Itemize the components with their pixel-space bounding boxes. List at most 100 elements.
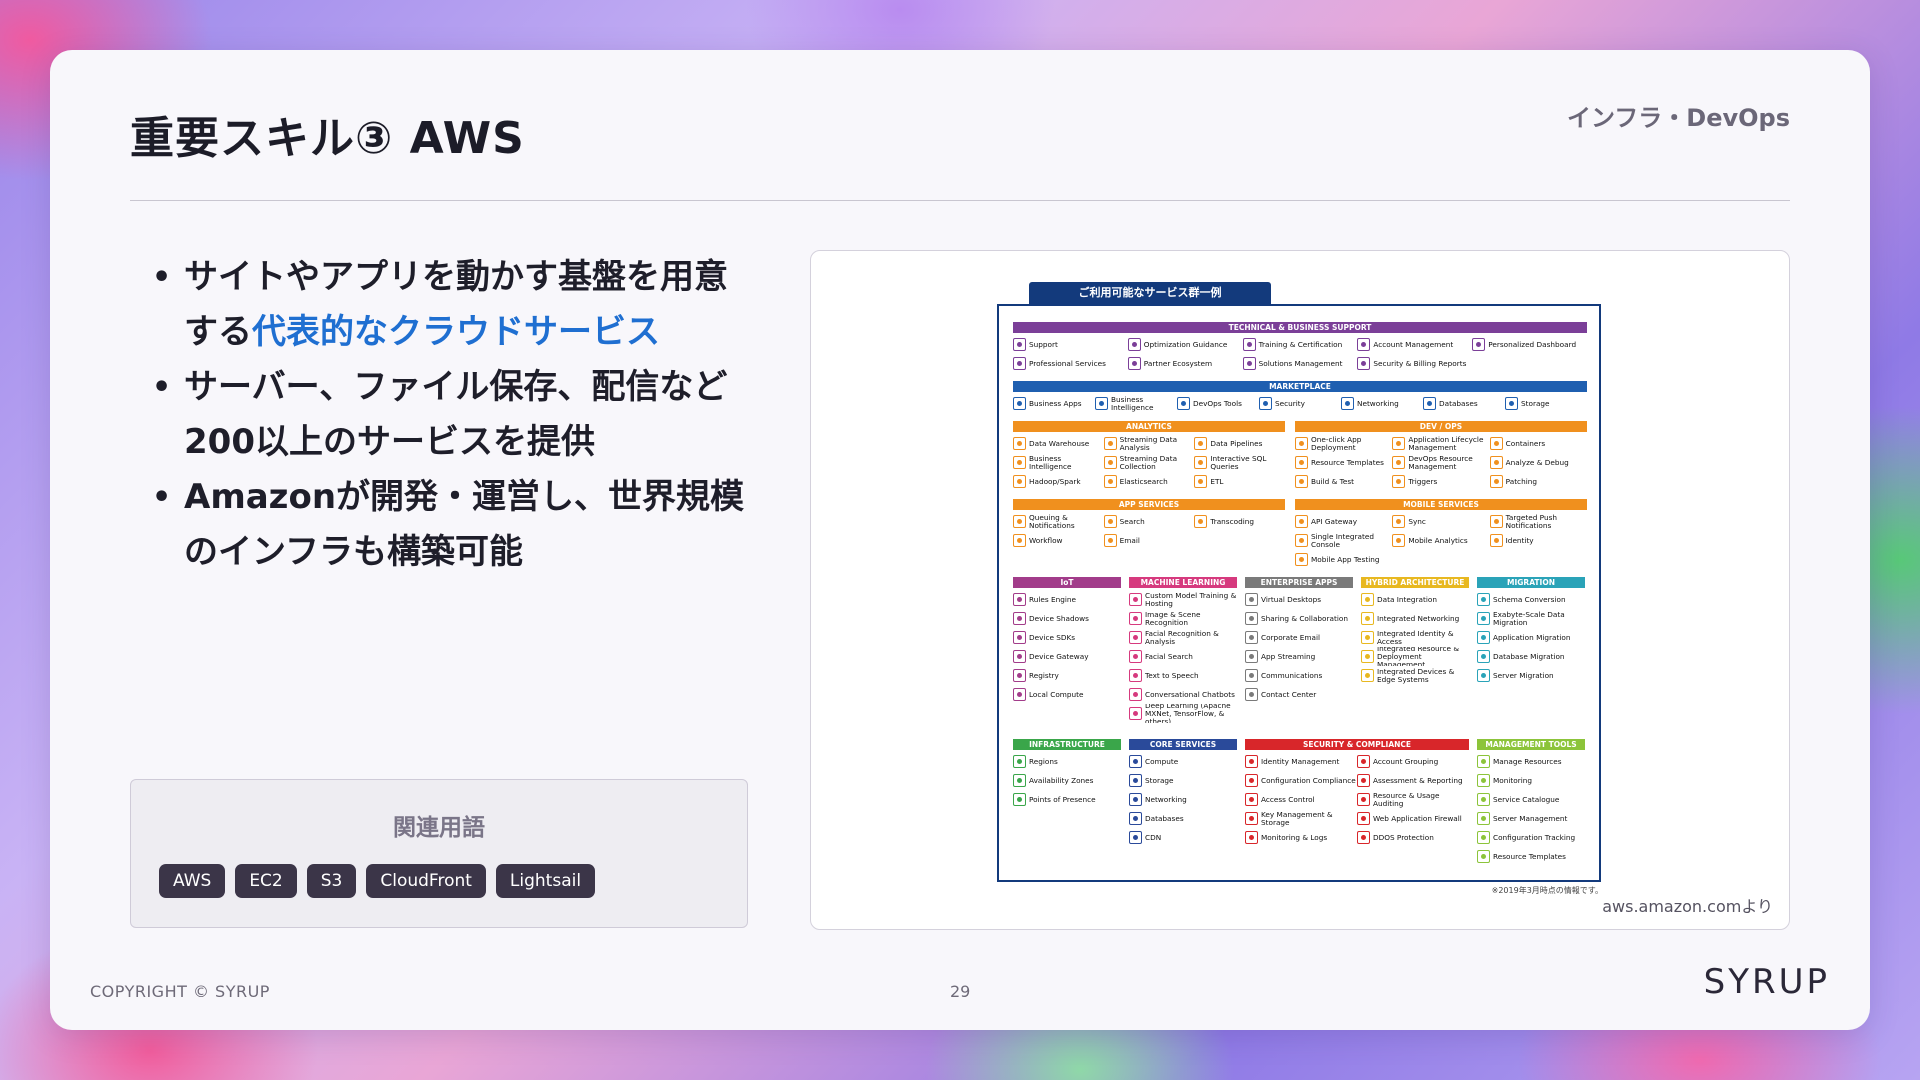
service-label: Manage Resources bbox=[1493, 756, 1562, 766]
service-label: Identity bbox=[1505, 535, 1534, 545]
service-label: Patching bbox=[1505, 476, 1537, 486]
service-item: Triggers bbox=[1392, 472, 1489, 491]
service-label: Resource & Usage Auditing bbox=[1373, 790, 1440, 808]
service-group-header: CORE SERVICES bbox=[1129, 739, 1237, 750]
service-item: Application Lifecycle Management bbox=[1392, 434, 1489, 453]
service-icon bbox=[1194, 475, 1208, 488]
service-label: Identity Management bbox=[1261, 756, 1340, 766]
service-label: Storage bbox=[1521, 398, 1550, 408]
service-icon bbox=[1472, 338, 1486, 351]
service-icon bbox=[1194, 456, 1208, 469]
service-icon bbox=[1392, 534, 1406, 547]
service-item: Identity bbox=[1489, 531, 1587, 550]
service-label: One-click App Deployment bbox=[1311, 434, 1362, 452]
service-icon bbox=[1103, 475, 1117, 488]
service-label: Security bbox=[1275, 398, 1305, 408]
service-label: Partner Ecosystem bbox=[1143, 358, 1213, 368]
service-group-header: MIGRATION bbox=[1477, 577, 1585, 588]
service-icon bbox=[1013, 397, 1026, 410]
page-title: 重要スキル③ AWS bbox=[130, 113, 525, 164]
service-label: Resource Templates bbox=[1493, 851, 1566, 861]
service-item: Points of Presence bbox=[1013, 790, 1121, 809]
service-icon bbox=[1489, 475, 1503, 488]
service-label: Facial Search bbox=[1145, 651, 1193, 661]
service-item: Resource Templates bbox=[1295, 453, 1392, 472]
service-icon bbox=[1361, 631, 1374, 644]
service-item: Solutions Management bbox=[1242, 354, 1358, 373]
bullet-dot-icon: • bbox=[152, 480, 172, 515]
service-icon bbox=[1361, 650, 1374, 663]
service-item: Personalized Dashboard bbox=[1472, 335, 1587, 354]
service-item: Identity Management bbox=[1245, 752, 1357, 771]
service-icon bbox=[1129, 688, 1142, 701]
service-label: Storage bbox=[1145, 775, 1174, 785]
service-label: Database Migration bbox=[1493, 651, 1565, 661]
service-item: Build & Test bbox=[1295, 472, 1392, 491]
service-label: Key Management & Storage bbox=[1261, 809, 1333, 827]
service-label: Triggers bbox=[1408, 476, 1438, 486]
service-label: Build & Test bbox=[1311, 476, 1355, 486]
service-item: Patching bbox=[1489, 472, 1587, 491]
service-icon bbox=[1245, 793, 1258, 806]
service-icon bbox=[1477, 774, 1490, 787]
service-label: Networking bbox=[1357, 398, 1399, 408]
service-icon bbox=[1295, 475, 1308, 488]
service-icon bbox=[1477, 650, 1490, 663]
service-label: Queuing & Notifications bbox=[1029, 512, 1075, 530]
service-item: Contact Center bbox=[1245, 685, 1353, 704]
service-item: Key Management & Storage bbox=[1245, 809, 1357, 828]
tag-cloudfront[interactable]: CloudFront bbox=[366, 864, 486, 898]
service-icon bbox=[1361, 669, 1374, 682]
service-icon bbox=[1013, 593, 1026, 606]
service-item: Manage Resources bbox=[1477, 752, 1585, 771]
service-item: Access Control bbox=[1245, 790, 1357, 809]
service-item: Databases bbox=[1423, 394, 1505, 413]
service-icon bbox=[1392, 437, 1406, 450]
service-group-header: APP SERVICES bbox=[1013, 499, 1285, 510]
service-icon bbox=[1013, 688, 1026, 701]
service-icon bbox=[1357, 831, 1370, 844]
bullet-highlight: 代表的なクラウドサービス bbox=[252, 312, 660, 352]
service-group-header: MOBILE SERVICES bbox=[1295, 499, 1587, 510]
bullet-dot-icon: • bbox=[152, 260, 172, 295]
service-icon bbox=[1127, 338, 1141, 351]
tag-lightsail[interactable]: Lightsail bbox=[495, 864, 596, 898]
service-label: Streaming Data Collection bbox=[1119, 453, 1178, 471]
service-label: Local Compute bbox=[1029, 689, 1084, 699]
service-item: Networking bbox=[1129, 790, 1237, 809]
service-icon bbox=[1013, 437, 1026, 450]
tag-s3[interactable]: S3 bbox=[306, 864, 357, 898]
service-icon bbox=[1295, 515, 1308, 528]
service-item: Deep Learning (Apache MXNet, TensorFlow,… bbox=[1129, 704, 1237, 723]
service-icon bbox=[1357, 793, 1370, 806]
service-icon bbox=[1245, 812, 1258, 825]
service-icon bbox=[1103, 437, 1117, 450]
service-icon bbox=[1295, 553, 1308, 566]
service-label: Server Management bbox=[1493, 813, 1568, 823]
service-label: Business Apps bbox=[1029, 398, 1082, 408]
service-label: Integrated Networking bbox=[1377, 613, 1460, 623]
service-icon bbox=[1129, 707, 1142, 720]
service-icon bbox=[1477, 631, 1490, 644]
service-item: Corporate Email bbox=[1245, 628, 1353, 647]
tag-aws[interactable]: AWS bbox=[159, 864, 226, 898]
footer-copyright: COPYRIGHT © SYRUP bbox=[90, 982, 270, 1001]
service-item: Compute bbox=[1129, 752, 1237, 771]
tag-ec2[interactable]: EC2 bbox=[235, 864, 297, 898]
service-item: Monitoring & Logs bbox=[1245, 828, 1357, 847]
service-item: CDN bbox=[1129, 828, 1237, 847]
service-label: Solutions Management bbox=[1258, 358, 1343, 368]
service-item: Mobile Analytics bbox=[1392, 531, 1489, 550]
service-group: SECURITY & COMPLIANCE Identity Management… bbox=[1245, 739, 1469, 847]
service-icon bbox=[1477, 812, 1490, 825]
service-icon bbox=[1129, 650, 1142, 663]
service-icon bbox=[1489, 437, 1503, 450]
related-terms-box: 関連用語 AWS EC2 S3 CloudFront Lightsail bbox=[130, 779, 748, 928]
services-chart: TECHNICAL & BUSINESS SUPPORT Support Optim… bbox=[997, 304, 1601, 882]
service-item: Transcoding bbox=[1194, 512, 1285, 531]
service-group-header: MANAGEMENT TOOLS bbox=[1477, 739, 1585, 750]
service-item: Facial Search bbox=[1129, 647, 1237, 666]
service-label: Integrated Identity & Access bbox=[1377, 628, 1454, 646]
page-number: 29 bbox=[950, 982, 971, 1001]
service-item: Web Application Firewall bbox=[1357, 809, 1469, 828]
